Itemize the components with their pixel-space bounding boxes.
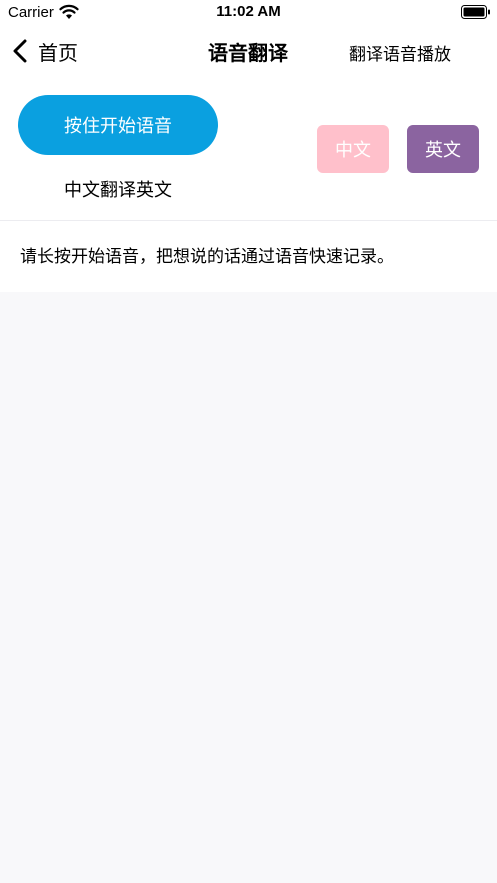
- control-panel: 按住开始语音 中文翻译英文 中文 英文: [0, 76, 497, 220]
- hold-to-talk-button[interactable]: 按住开始语音: [18, 95, 218, 155]
- page-title: 语音翻译: [208, 41, 288, 65]
- chevron-left-icon: [13, 39, 27, 63]
- back-label: 首页: [38, 40, 78, 65]
- translation-direction-label: 中文翻译英文: [64, 180, 172, 201]
- result-text: 请长按开始语音，把想说的话通过语音快速记录。: [20, 247, 394, 267]
- english-language-button[interactable]: 英文: [407, 125, 479, 173]
- play-translation-button[interactable]: 翻译语音播放: [349, 40, 451, 65]
- status-time: 11:02 AM: [216, 3, 281, 20]
- chinese-language-button[interactable]: 中文: [317, 125, 389, 173]
- navigation-bar: 首页 语音翻译 翻译语音播放: [0, 26, 497, 76]
- status-bar: Carrier 11:02 AM: [0, 0, 497, 26]
- back-button[interactable]: 首页: [12, 34, 78, 68]
- battery-icon: [461, 5, 490, 19]
- result-panel: 请长按开始语音，把想说的话通过语音快速记录。: [0, 221, 497, 292]
